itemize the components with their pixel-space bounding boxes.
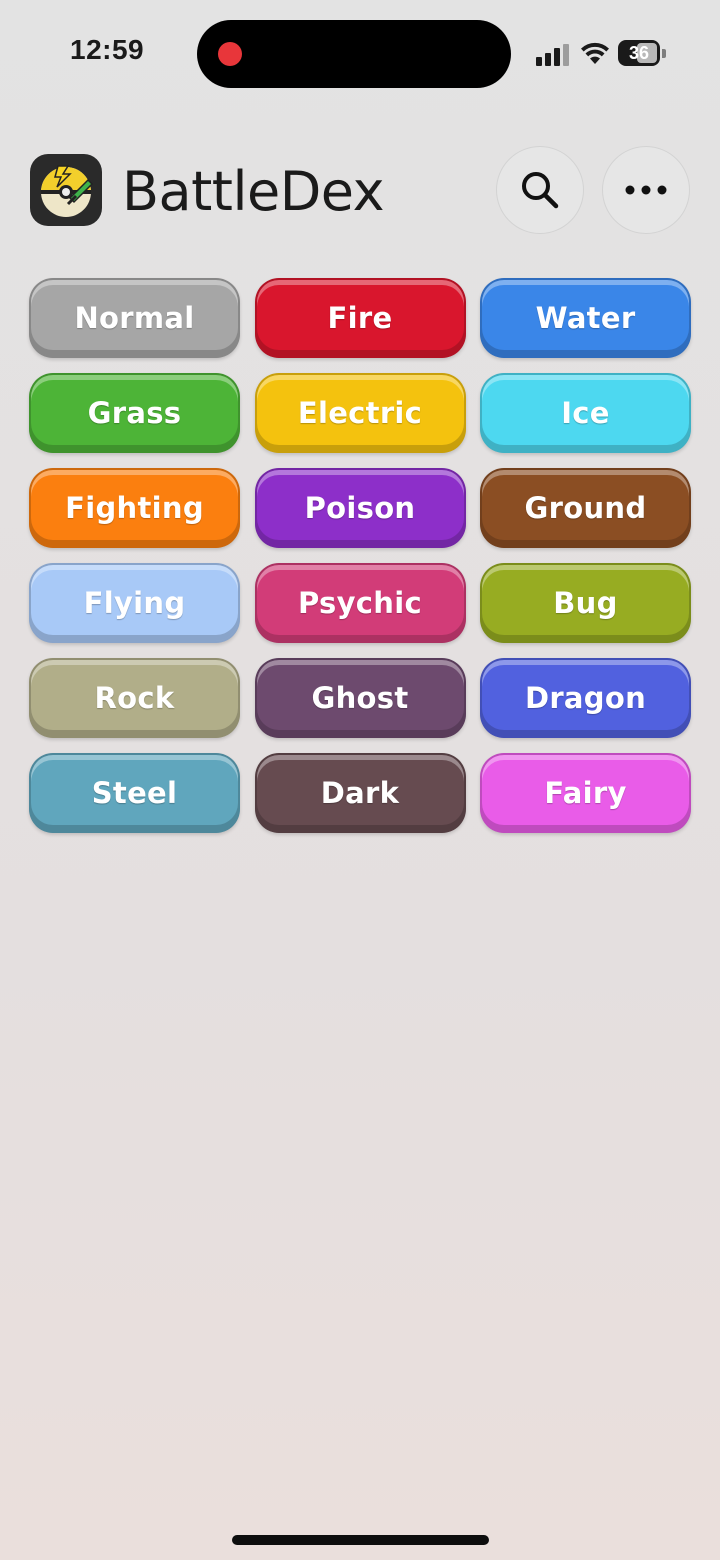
type-button-flying[interactable]: Flying <box>29 563 240 643</box>
type-label: Poison <box>304 491 416 525</box>
battery-percentage: 36 <box>628 43 650 63</box>
type-label: Fairy <box>544 776 627 810</box>
type-label: Normal <box>74 301 195 335</box>
more-horizontal-icon <box>625 185 667 195</box>
dynamic-island <box>197 20 511 88</box>
type-button-normal[interactable]: Normal <box>29 278 240 358</box>
app-header: BattleDex <box>0 140 720 240</box>
recording-indicator-icon <box>218 42 242 66</box>
type-label: Psychic <box>298 586 422 620</box>
type-button-poison[interactable]: Poison <box>254 468 466 548</box>
type-button-electric[interactable]: Electric <box>254 373 466 453</box>
type-button-dark[interactable]: Dark <box>254 753 466 833</box>
type-button-dragon[interactable]: Dragon <box>480 658 691 738</box>
type-button-water[interactable]: Water <box>480 278 691 358</box>
type-label: Ice <box>561 396 610 430</box>
type-label: Ground <box>524 491 647 525</box>
type-label: Fighting <box>65 491 204 525</box>
type-label: Water <box>535 301 636 335</box>
type-button-psychic[interactable]: Psychic <box>254 563 466 643</box>
home-indicator <box>232 1535 489 1545</box>
type-button-fighting[interactable]: Fighting <box>29 468 240 548</box>
cellular-signal-icon <box>536 42 570 66</box>
type-button-fairy[interactable]: Fairy <box>480 753 691 833</box>
type-label: Electric <box>297 396 423 430</box>
pokeball-bolt-logo-icon <box>30 154 102 226</box>
type-button-rock[interactable]: Rock <box>29 658 240 738</box>
wifi-icon <box>581 42 609 64</box>
type-button-ice[interactable]: Ice <box>480 373 691 453</box>
type-label: Flying <box>83 586 186 620</box>
status-time: 12:59 <box>70 34 145 65</box>
type-button-bug[interactable]: Bug <box>480 563 691 643</box>
app-title: BattleDex <box>122 160 385 223</box>
type-label: Ghost <box>311 681 409 715</box>
type-button-ghost[interactable]: Ghost <box>254 658 466 738</box>
status-bar: 12:59 36 <box>0 0 720 100</box>
type-label: Steel <box>91 776 178 810</box>
type-label: Dragon <box>524 681 647 715</box>
type-label: Grass <box>87 396 182 430</box>
search-button[interactable] <box>496 146 584 234</box>
type-label: Rock <box>94 681 175 715</box>
type-button-steel[interactable]: Steel <box>29 753 240 833</box>
type-button-fire[interactable]: Fire <box>254 278 466 358</box>
type-button-ground[interactable]: Ground <box>480 468 691 548</box>
type-button-grass[interactable]: Grass <box>29 373 240 453</box>
type-label: Bug <box>553 586 618 620</box>
type-label: Fire <box>327 301 393 335</box>
battery-icon: 36 <box>618 40 660 66</box>
type-grid: Normal Fire Water Grass Electric Ice Fighting P… <box>29 278 691 833</box>
type-label: Dark <box>320 776 400 810</box>
search-icon <box>522 172 559 209</box>
more-options-button[interactable] <box>602 146 690 234</box>
